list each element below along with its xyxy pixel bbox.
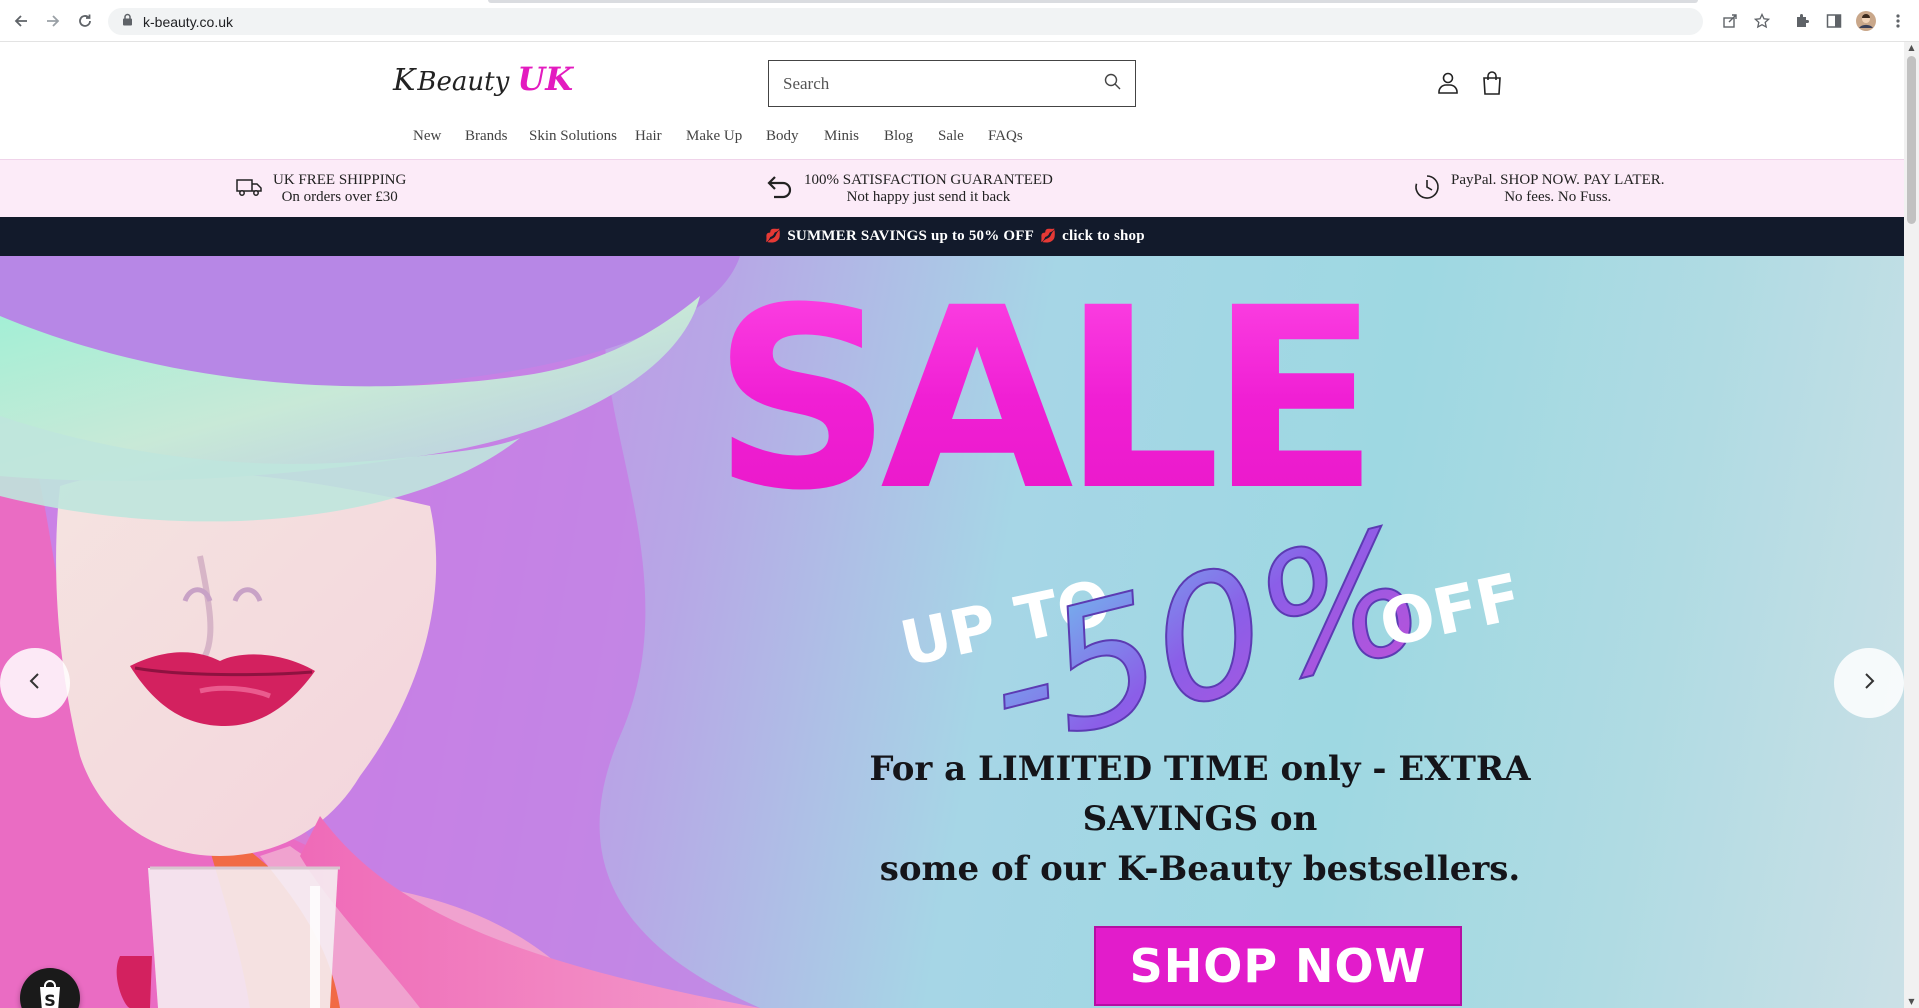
- clock-icon: [1413, 173, 1441, 206]
- usp-satisfaction-title: 100% SATISFACTION GUARANTEED: [804, 172, 1053, 188]
- usp-satisfaction: 100% SATISFACTION GUARANTEED Not happy j…: [766, 172, 1053, 206]
- shop-now-button[interactable]: SHOP NOW: [1094, 926, 1462, 1006]
- nav-item-faqs[interactable]: FAQs: [988, 128, 1023, 145]
- nav-item-body[interactable]: Body: [766, 128, 799, 145]
- search-icon[interactable]: [1104, 73, 1121, 95]
- nav-item-skin-solutions[interactable]: Skin Solutions: [529, 128, 617, 145]
- lips-icon: 💋: [1039, 229, 1057, 244]
- nav-item-blog[interactable]: Blog: [884, 128, 913, 145]
- search-input[interactable]: [783, 73, 1104, 94]
- usp-paypal-subtitle: No fees. No Fuss.: [1504, 189, 1612, 205]
- announcement-bar[interactable]: 💋 SUMMER SAVINGS up to 50% OFF 💋 click t…: [0, 217, 1904, 256]
- tab-strip: [488, 0, 1698, 3]
- scrollbar-thumb[interactable]: [1907, 56, 1916, 224]
- nav-item-new[interactable]: New: [413, 128, 441, 145]
- logo-beauty: Beauty: [417, 67, 510, 97]
- usp-paypal-title: PayPal. SHOP NOW. PAY LATER.: [1451, 172, 1665, 188]
- nav-item-minis[interactable]: Minis: [824, 128, 859, 145]
- forward-icon[interactable]: [42, 10, 64, 32]
- browser-toolbar: k-beauty.co.uk: [0, 0, 1919, 42]
- main-nav: New Brands Skin Solutions Hair Make Up B…: [400, 128, 1040, 150]
- usp-shipping: UK FREE SHIPPING On orders over £30: [235, 172, 406, 206]
- slide-prev-button[interactable]: [0, 648, 70, 718]
- lips-icon: 💋: [765, 229, 782, 244]
- logo-k: K: [393, 63, 416, 98]
- url-text[interactable]: k-beauty.co.uk: [143, 14, 233, 30]
- page-scrollbar[interactable]: ▲ ▼: [1904, 42, 1919, 1008]
- extensions-icon[interactable]: [1792, 11, 1812, 31]
- hero-slideshow: SALE UP TO -50% OFF For a LIMITED TIME o…: [0, 256, 1904, 1008]
- chevron-left-icon: [28, 672, 42, 695]
- page-viewport: K Beauty UK New Brands Skin Solutions Ha…: [0, 42, 1904, 1008]
- address-bar[interactable]: k-beauty.co.uk: [108, 8, 1703, 35]
- account-icon[interactable]: [1434, 68, 1462, 98]
- usp-bar: UK FREE SHIPPING On orders over £30 100%…: [0, 159, 1904, 217]
- hero-sale-text: SALE: [712, 256, 1368, 545]
- back-icon[interactable]: [10, 10, 32, 32]
- svg-text:S: S: [44, 991, 56, 1008]
- scroll-up-icon[interactable]: ▲: [1907, 44, 1916, 52]
- share-icon[interactable]: [1720, 11, 1740, 31]
- star-icon[interactable]: [1752, 11, 1772, 31]
- profile-avatar[interactable]: [1856, 11, 1876, 31]
- chevron-right-icon: [1862, 672, 1876, 695]
- scroll-down-icon[interactable]: ▼: [1907, 998, 1916, 1006]
- nav-item-brands[interactable]: Brands: [465, 128, 508, 145]
- sidepanel-icon[interactable]: [1824, 11, 1844, 31]
- delivery-truck-icon: [235, 176, 263, 203]
- reload-icon[interactable]: [74, 10, 96, 32]
- slide-next-button[interactable]: [1834, 648, 1904, 718]
- return-arrow-icon: [766, 174, 794, 205]
- nav-item-sale[interactable]: Sale: [938, 128, 964, 145]
- hero-tagline-line1: For a LIMITED TIME only - EXTRA SAVINGS …: [869, 749, 1531, 839]
- logo-uk: UK: [517, 60, 574, 98]
- hero-tagline: For a LIMITED TIME only - EXTRA SAVINGS …: [820, 744, 1580, 894]
- search-box[interactable]: [768, 60, 1136, 107]
- usp-paypal: PayPal. SHOP NOW. PAY LATER. No fees. No…: [1413, 172, 1665, 206]
- shopify-bag-icon: S: [35, 979, 65, 1008]
- usp-shipping-title: UK FREE SHIPPING: [273, 172, 407, 188]
- more-icon[interactable]: [1888, 11, 1908, 31]
- site-logo[interactable]: K Beauty UK: [393, 60, 593, 110]
- announcement-text: SUMMER SAVINGS up to 50% OFF: [787, 228, 1034, 244]
- announcement-cta[interactable]: click to shop: [1062, 228, 1145, 245]
- hero-tagline-line2: some of our K-Beauty bestsellers.: [879, 849, 1521, 889]
- site-header: K Beauty UK New Brands Skin Solutions Ha…: [0, 42, 1904, 160]
- cart-icon[interactable]: [1478, 68, 1506, 98]
- usp-shipping-subtitle: On orders over £30: [281, 189, 398, 205]
- hero-illustration: SALE UP TO -50% OFF: [0, 256, 1528, 1008]
- shop-now-label: SHOP NOW: [1129, 939, 1427, 993]
- nav-item-make-up[interactable]: Make Up: [686, 128, 742, 145]
- nav-item-hair[interactable]: Hair: [635, 128, 662, 145]
- lock-icon: [122, 13, 133, 31]
- usp-satisfaction-subtitle: Not happy just send it back: [846, 189, 1011, 205]
